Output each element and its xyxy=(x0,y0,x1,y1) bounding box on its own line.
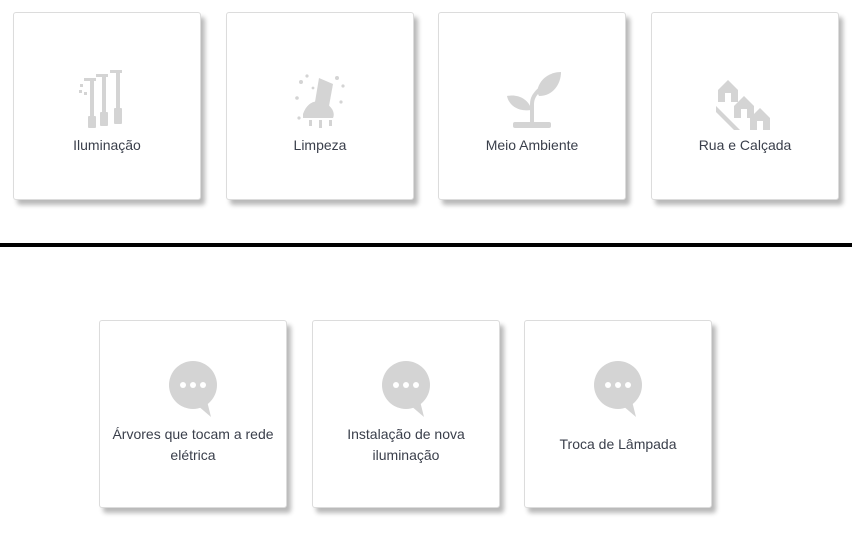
cleaning-icon xyxy=(295,74,345,128)
chat-bubble-icon xyxy=(382,361,430,417)
category-label: Limpeza xyxy=(293,137,347,153)
section-divider xyxy=(0,243,852,247)
category-card-rua-e-calcada[interactable]: Rua e Calçada xyxy=(651,12,839,200)
service-label: Instalação de nova iluminação xyxy=(347,426,465,463)
category-label: Iluminação xyxy=(73,137,141,153)
category-card-iluminacao[interactable]: Iluminação xyxy=(13,12,201,200)
service-label: Troca de Lâmpada xyxy=(559,436,677,452)
chat-bubble-icon xyxy=(594,361,642,417)
service-card-instalacao-iluminacao[interactable]: Instalação de nova iluminação xyxy=(312,320,500,508)
category-card-limpeza[interactable]: Limpeza xyxy=(226,12,414,200)
street-houses-icon xyxy=(716,80,770,130)
service-label: Árvores que tocam a rede elétrica xyxy=(112,426,274,463)
service-card-arvores-rede-eletrica[interactable]: Árvores que tocam a rede elétrica xyxy=(99,320,287,508)
street-lights-icon xyxy=(79,70,122,128)
plant-icon xyxy=(507,72,561,128)
category-label: Meio Ambiente xyxy=(485,137,579,153)
category-label: Rua e Calçada xyxy=(698,137,792,153)
service-card-troca-lampada[interactable]: Troca de Lâmpada xyxy=(524,320,712,508)
category-card-meio-ambiente[interactable]: Meio Ambiente xyxy=(438,12,626,200)
chat-bubble-icon xyxy=(169,361,217,417)
